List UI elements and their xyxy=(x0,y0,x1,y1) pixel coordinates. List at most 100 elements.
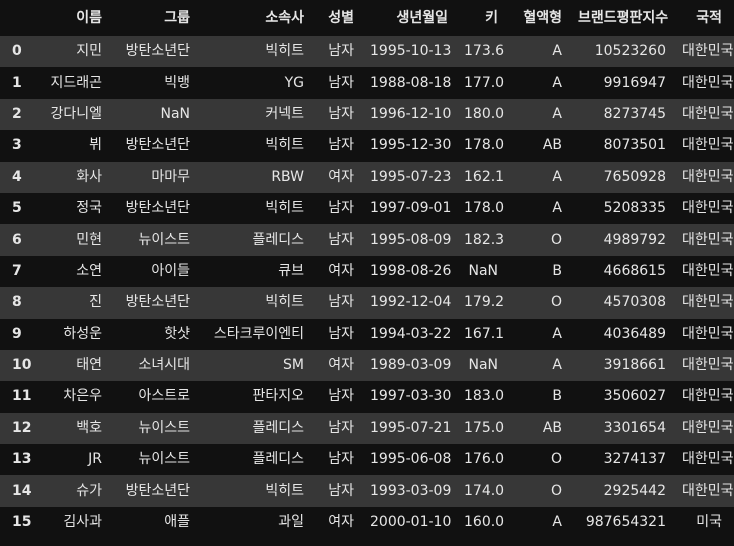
cell-height: 182.3 xyxy=(464,231,505,248)
cell-row-index: 11 xyxy=(12,388,32,405)
cell-height: 183.0 xyxy=(464,388,505,405)
cell-group: 빅뱅 xyxy=(164,74,190,91)
cell-gender: 남자 xyxy=(328,137,354,154)
cell-group: 방탄소년단 xyxy=(125,482,190,499)
cell-name: 지민 xyxy=(76,43,102,60)
cell-brand-reputation: 4668615 xyxy=(603,262,666,279)
cell-row-index: 12 xyxy=(12,419,32,436)
cell-brand-reputation: 5208335 xyxy=(603,200,666,217)
dataframe-table: 이름 그룹 소속사 성별 생년월일 키 혈액형 브랜드평판지수 국적 0 지민 방탄… xyxy=(0,0,734,539)
table-row: 11 차은우 아스트로 판타지오 남자 1997-03-30 183.0 B 3506027 대한… xyxy=(0,381,734,413)
cell-row-index: 10 xyxy=(12,357,32,374)
cell-agency: SM xyxy=(283,357,304,374)
table-row: 8 진 방탄소년단 빅히트 남자 1992-12-04 179.2 O 4570308 대한민국 xyxy=(0,287,734,319)
cell-brand-reputation: 8073501 xyxy=(603,137,666,154)
cell-agency: 빅히트 xyxy=(265,482,304,499)
cell-name: 진 xyxy=(89,294,102,311)
cell-birthdate: 1998-08-26 xyxy=(370,262,452,279)
table-row: 9 하성운 핫샷 스타크루이엔티 남자 1994-03-22 167.1 A 4036489 대한… xyxy=(0,318,734,350)
header-gender: 성별 xyxy=(328,10,354,26)
cell-group: 핫샷 xyxy=(164,325,190,342)
table-row: 2 강다니엘 NaN 커넥트 남자 1996-12-10 180.0 A 8273745 대한민국 xyxy=(0,98,734,131)
cell-agency: 빅히트 xyxy=(265,200,304,217)
cell-agency: 큐브 xyxy=(278,262,304,279)
cell-brand-reputation: 3274137 xyxy=(603,451,666,468)
cell-blood-type: B xyxy=(552,388,562,405)
cell-brand-reputation: 3918661 xyxy=(603,357,666,374)
cell-nationality: 미국 xyxy=(696,514,722,531)
cell-brand-reputation: 4036489 xyxy=(603,325,666,342)
table-header: 이름 그룹 소속사 성별 생년월일 키 혈액형 브랜드평판지수 국적 xyxy=(0,0,734,36)
cell-gender: 남자 xyxy=(328,294,354,311)
cell-blood-type: A xyxy=(552,74,562,91)
cell-name: 태연 xyxy=(76,357,102,374)
cell-birthdate: 1992-12-04 xyxy=(370,294,452,311)
cell-birthdate: 1988-08-18 xyxy=(370,74,452,91)
cell-height: 174.0 xyxy=(464,482,505,499)
cell-nationality: 대한민국 xyxy=(682,231,734,248)
cell-nationality: 대한민국 xyxy=(682,419,734,436)
cell-blood-type: A xyxy=(552,357,562,374)
cell-birthdate: 1995-12-30 xyxy=(370,137,452,154)
cell-row-index: 15 xyxy=(12,514,32,531)
cell-birthdate: 1996-12-10 xyxy=(370,105,452,122)
cell-group: 뉴이스트 xyxy=(138,451,190,468)
table-body: 0 지민 방탄소년단 빅히트 남자 1995-10-13 173.6 A 10523260 대한민… xyxy=(0,36,734,539)
cell-height: 176.0 xyxy=(464,451,505,468)
cell-name: 화사 xyxy=(76,168,102,185)
cell-gender: 남자 xyxy=(328,482,354,499)
cell-row-index: 5 xyxy=(12,200,22,217)
cell-height: 160.0 xyxy=(464,514,505,531)
cell-group: 애플 xyxy=(164,514,190,531)
cell-blood-type: A xyxy=(552,105,562,122)
cell-group: 아스트로 xyxy=(138,388,190,405)
cell-gender: 여자 xyxy=(328,357,354,374)
cell-agency: YG xyxy=(284,74,304,91)
cell-birthdate: 1995-07-21 xyxy=(370,419,452,436)
cell-birthdate: 1995-08-09 xyxy=(370,231,452,248)
header-blood-type: 혈액형 xyxy=(523,10,562,26)
table-row: 3 뷔 방탄소년단 빅히트 남자 1995-12-30 178.0 AB 8073501 대한민국 xyxy=(0,130,734,162)
cell-nationality: 대한민국 xyxy=(682,325,734,342)
cell-group: 뉴이스트 xyxy=(138,231,190,248)
cell-group: NaN xyxy=(160,105,190,122)
cell-nationality: 대한민국 xyxy=(682,74,734,91)
cell-brand-reputation: 10523260 xyxy=(594,43,666,60)
cell-blood-type: B xyxy=(552,262,562,279)
cell-birthdate: 1997-09-01 xyxy=(370,200,452,217)
table-row: 13 JR 뉴이스트 플레디스 남자 1995-06-08 176.0 O 3274137 대한민… xyxy=(0,444,734,476)
cell-name: 지드래곤 xyxy=(50,74,102,91)
cell-gender: 남자 xyxy=(328,231,354,248)
cell-name: 강다니엘 xyxy=(50,105,102,122)
header-row: 이름 그룹 소속사 성별 생년월일 키 혈액형 브랜드평판지수 국적 xyxy=(0,0,734,36)
cell-blood-type: O xyxy=(550,451,562,468)
cell-agency: 과일 xyxy=(278,514,304,531)
cell-row-index: 2 xyxy=(12,105,22,122)
cell-nationality: 대한민국 xyxy=(682,137,734,154)
cell-agency: 플레디스 xyxy=(252,231,304,248)
cell-nationality: 대한민국 xyxy=(682,168,734,185)
cell-brand-reputation: 8273745 xyxy=(603,105,666,122)
cell-nationality: 대한민국 xyxy=(682,482,734,499)
cell-nationality: 대한민국 xyxy=(682,357,734,374)
cell-blood-type: O xyxy=(550,482,562,499)
cell-name: JR xyxy=(88,451,102,468)
cell-gender: 남자 xyxy=(328,105,354,122)
cell-birthdate: 1994-03-22 xyxy=(370,325,452,342)
cell-agency: 스타크루이엔티 xyxy=(213,325,304,342)
table-row: 14 슈가 방탄소년단 빅히트 남자 1993-03-09 174.0 O 2925442 대한민… xyxy=(0,475,734,507)
cell-name: 김사과 xyxy=(63,514,102,531)
cell-name: 정국 xyxy=(76,200,102,217)
cell-gender: 여자 xyxy=(328,262,354,279)
cell-gender: 남자 xyxy=(328,451,354,468)
cell-group: 뉴이스트 xyxy=(138,419,190,436)
cell-birthdate: 1995-07-23 xyxy=(370,168,452,185)
cell-row-index: 8 xyxy=(12,294,22,311)
cell-nationality: 대한민국 xyxy=(682,294,734,311)
cell-row-index: 3 xyxy=(12,137,22,154)
cell-blood-type: A xyxy=(552,200,562,217)
cell-name: 백호 xyxy=(76,419,102,436)
table-row: 4 화사 마마무 RBW 여자 1995-07-23 162.1 A 7650928 대한민국 xyxy=(0,161,734,193)
cell-blood-type: A xyxy=(552,168,562,185)
cell-agency: 빅히트 xyxy=(265,43,304,60)
